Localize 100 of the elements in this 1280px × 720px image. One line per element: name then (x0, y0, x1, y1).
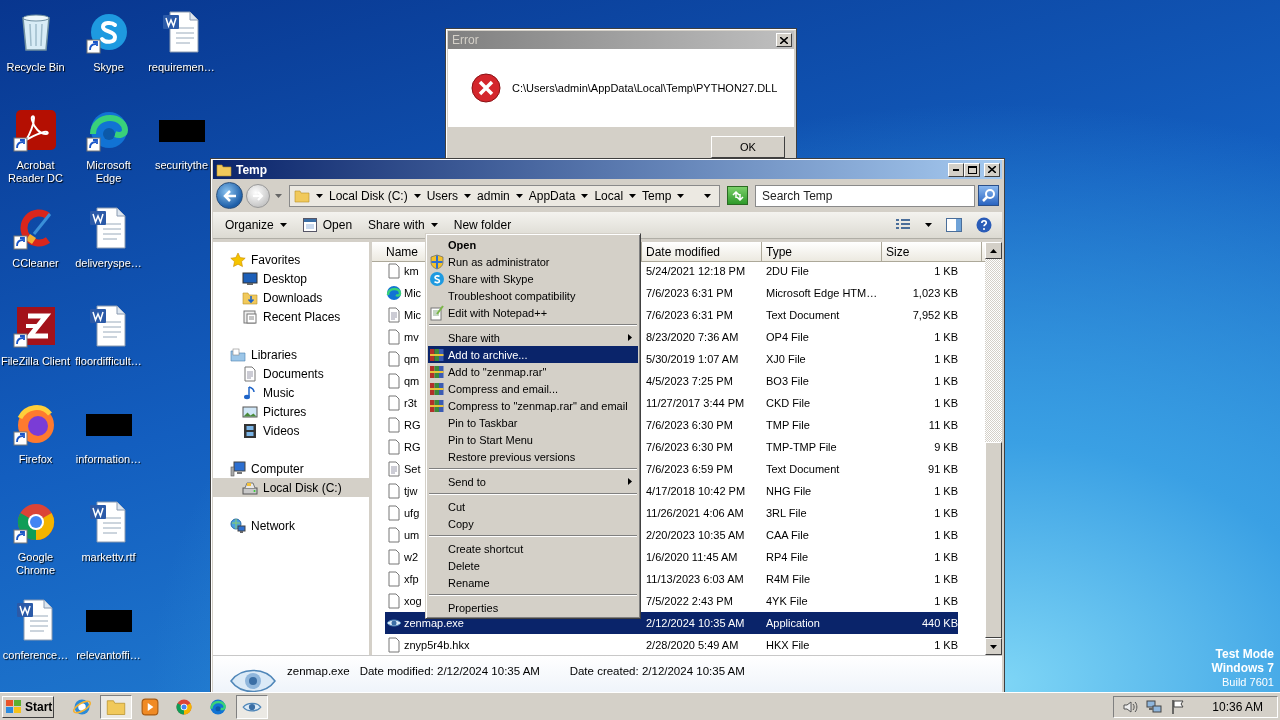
menu-item[interactable]: Add to archive... (428, 346, 638, 363)
nav-item[interactable]: Network (213, 516, 369, 535)
preview-pane-button[interactable] (946, 218, 962, 232)
file-name[interactable]: tjw (403, 485, 418, 497)
address-bar[interactable]: Local Disk (C:) Users admin AppData Local Temp (289, 184, 720, 207)
desktop-icon-label[interactable]: information… (75, 453, 142, 466)
clock[interactable]: 10:36 AM (1212, 699, 1263, 714)
desktop-icon-label[interactable]: CCleaner (12, 257, 59, 270)
nav-item[interactable]: Music (213, 383, 369, 402)
nav-item[interactable]: Favorites (213, 250, 369, 269)
file-name[interactable]: qm (403, 375, 420, 387)
menu-item[interactable]: Delete (428, 557, 638, 574)
file-name[interactable]: qm (403, 353, 420, 365)
nav-item[interactable]: Computer (213, 459, 369, 478)
menu-item[interactable]: Edit with Notepad++ (428, 304, 638, 321)
scroll-thumb[interactable] (985, 442, 1002, 638)
desktop-icon-label[interactable]: Acrobat Reader DC (0, 159, 71, 185)
menu-item[interactable]: Copy (428, 515, 638, 532)
scroll-down-button[interactable] (985, 638, 1002, 655)
column-header[interactable]: Size (882, 242, 982, 262)
menu-item[interactable]: Compress and email... (428, 380, 638, 397)
menu-item[interactable]: Open (428, 236, 638, 253)
desktop-icon-label[interactable]: Google Chrome (0, 551, 71, 577)
menu-item[interactable]: Pin to Start Menu (428, 431, 638, 448)
desktop-icon-label[interactable]: Firefox (18, 453, 53, 466)
desktop-icon-label[interactable]: conference… (2, 649, 69, 662)
file-name[interactable]: mv (403, 331, 419, 343)
desktop-icon-label[interactable]: Skype (93, 61, 124, 74)
help-button[interactable] (976, 217, 992, 233)
file-name[interactable]: Mic (403, 309, 422, 321)
menu-item[interactable]: Share with Skype (428, 270, 638, 287)
menu-item[interactable]: Run as administrator (428, 253, 638, 270)
nav-item[interactable]: Libraries (213, 345, 369, 364)
breadcrumb[interactable]: AppData (528, 188, 576, 203)
refresh-button[interactable] (727, 186, 748, 205)
menu-item[interactable]: Compress to "zenmap.rar" and email (428, 397, 638, 414)
breadcrumb[interactable]: admin (477, 188, 510, 203)
file-name[interactable]: xog (403, 595, 422, 607)
menu-item[interactable]: Troubleshoot compatibility (428, 287, 638, 304)
desktop-icon-label[interactable]: requiremen… (148, 61, 215, 74)
toolbar-button[interactable]: Open (302, 218, 353, 232)
file-name[interactable]: xfp (403, 573, 419, 585)
toolbar-button[interactable]: Organize (225, 218, 287, 232)
breadcrumb[interactable]: Temp (642, 188, 672, 203)
menu-item[interactable]: Properties (428, 599, 638, 616)
nav-item[interactable]: Local Disk (C:) (213, 478, 369, 497)
nav-item[interactable]: Videos (213, 421, 369, 440)
toolbar-button[interactable]: New folder (453, 218, 512, 232)
breadcrumb[interactable]: Local (594, 188, 624, 203)
start-button[interactable]: Start (2, 695, 54, 718)
desktop-icon-label[interactable]: deliveryspe… (75, 257, 142, 270)
breadcrumb[interactable]: Local Disk (C:) (329, 188, 408, 203)
search-button[interactable] (978, 185, 999, 206)
search-field[interactable]: Search Temp (755, 184, 975, 207)
taskbar-button[interactable] (236, 694, 268, 719)
desktop-icon-label[interactable]: relevantoffi… (76, 649, 141, 662)
ok-button[interactable]: OK (711, 136, 785, 158)
menu-item[interactable]: Rename (428, 574, 638, 591)
file-name[interactable]: km (403, 265, 419, 277)
views-button[interactable] (895, 218, 911, 232)
file-name[interactable]: zenmap.exe (403, 617, 464, 629)
nav-item[interactable]: Pictures (213, 402, 369, 421)
desktop-icon-label[interactable]: floordifficult… (75, 355, 142, 368)
speaker-icon[interactable] (1122, 698, 1139, 715)
taskbar-button[interactable] (100, 694, 132, 719)
nav-item[interactable]: Desktop (213, 269, 369, 288)
nav-item[interactable]: Downloads (213, 288, 369, 307)
flag-icon[interactable] (1170, 698, 1187, 715)
file-name[interactable]: ufg (403, 507, 420, 519)
column-header[interactable]: Date modified (642, 242, 762, 262)
menu-item[interactable]: Send to (428, 473, 638, 490)
menu-item[interactable]: Create shortcut (428, 540, 638, 557)
file-name[interactable]: RG (403, 441, 421, 453)
views-dropdown[interactable] (925, 223, 932, 227)
maximize-button[interactable] (964, 162, 980, 177)
menu-item[interactable]: Share with (428, 329, 638, 346)
scrollbar[interactable] (985, 242, 1002, 655)
breadcrumb[interactable]: Users (426, 188, 459, 203)
close-button[interactable] (776, 33, 792, 47)
nav-item[interactable]: Recent Places (213, 307, 369, 326)
menu-item[interactable]: Add to "zenmap.rar" (428, 363, 638, 380)
nav-item[interactable]: Documents (213, 364, 369, 383)
file-name[interactable]: Set (403, 463, 421, 475)
scroll-up-button[interactable] (985, 242, 1002, 259)
column-header[interactable]: Type (762, 242, 882, 262)
file-name[interactable]: Mic (403, 287, 422, 299)
menu-item[interactable]: Pin to Taskbar (428, 414, 638, 431)
menu-item[interactable]: Restore previous versions (428, 448, 638, 465)
file-name[interactable]: w2 (403, 551, 419, 563)
toolbar-button[interactable]: Share with (368, 218, 438, 232)
file-name[interactable]: znyp5r4b.hkx (403, 639, 470, 651)
minimize-button[interactable] (948, 162, 964, 177)
network-icon[interactable] (1146, 698, 1163, 715)
desktop-icon-label[interactable]: FileZilla Client (0, 355, 71, 368)
menu-item[interactable]: Cut (428, 498, 638, 515)
desktop-icon-label[interactable]: Recycle Bin (6, 61, 65, 74)
desktop-icon-label[interactable]: securitythe (154, 159, 209, 172)
desktop-icon-label[interactable]: Microsoft Edge (73, 159, 144, 185)
file-name[interactable]: RG (403, 419, 421, 431)
close-button[interactable] (984, 162, 1000, 177)
